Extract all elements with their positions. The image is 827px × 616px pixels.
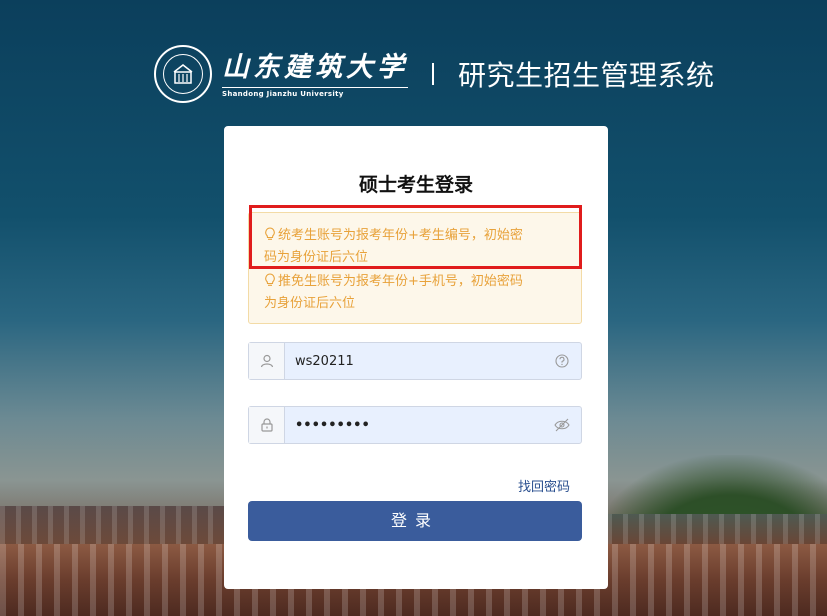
highlight-box [249,205,582,269]
notice-text: 推免生账号为报考年份+手机号，初始密码 [278,274,523,289]
username-field[interactable]: ws20211 [248,342,582,380]
login-title: 硕士考生登录 [358,174,473,196]
header-divider [432,63,434,85]
background-building-right [607,514,827,544]
lock-icon [249,407,285,443]
question-circle-icon[interactable] [543,354,581,368]
background-building-left [0,506,230,544]
notice-text-continued: 为身份证后六位 [264,296,356,311]
university-name-en: Shandong Jianzhu University [222,86,408,98]
system-name: 研究生招生管理系统 [458,59,715,92]
lightbulb-icon [265,273,275,286]
university-brand: 山东建筑大学 Shandong Jianzhu University [222,51,408,98]
password-input[interactable]: ••••••••• [285,418,543,433]
password-field[interactable]: ••••••••• [248,406,582,444]
notice-item: 推免生账号为报考年份+手机号，初始密码 [264,271,564,293]
username-input[interactable]: ws20211 [285,354,543,369]
site-header: 山东建筑大学 Shandong Jianzhu University 研究生招生… [154,44,715,104]
eye-off-icon[interactable] [543,418,581,432]
user-icon [249,343,285,379]
university-seal-icon [154,45,212,103]
login-button[interactable]: 登录 [248,501,582,541]
university-name: 山东建筑大学 [222,51,408,83]
forgot-password-link[interactable]: 找回密码 [518,476,570,495]
